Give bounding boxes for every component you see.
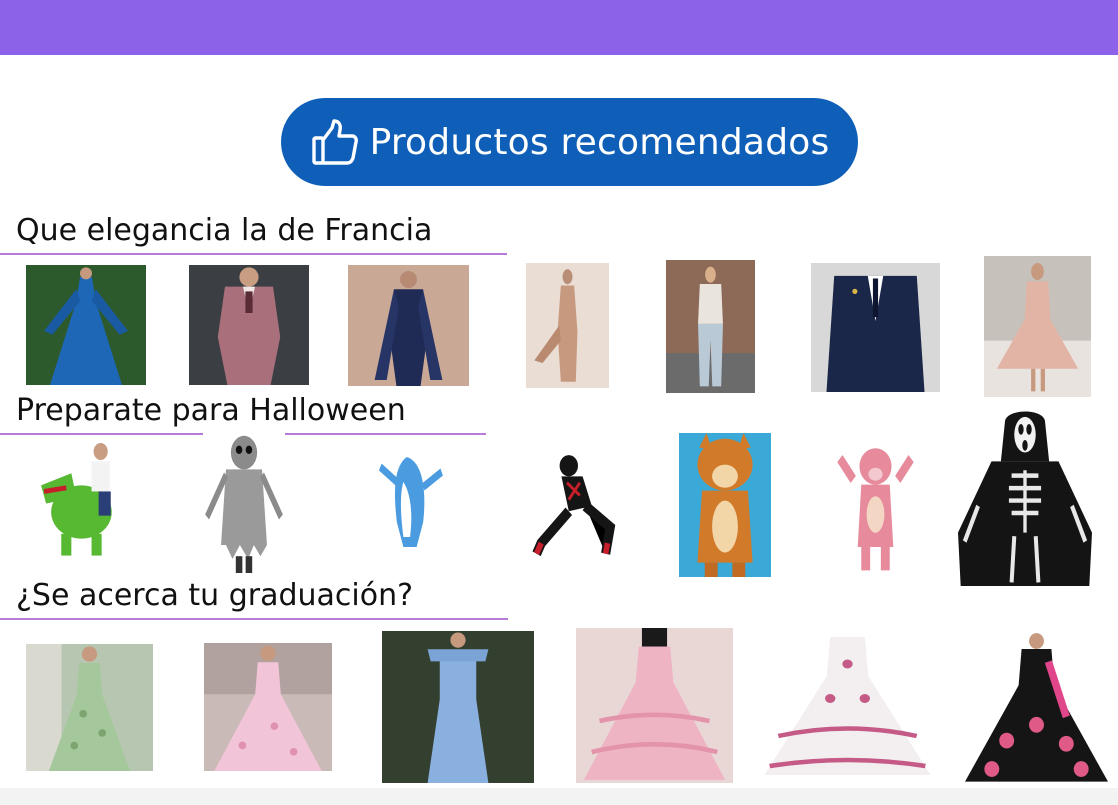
product-skeleton-costume[interactable]: [958, 408, 1092, 586]
product-pink-short-dress[interactable]: [984, 256, 1091, 397]
top-header-bar: [0, 0, 1118, 55]
product-light-blue-gown[interactable]: [382, 631, 534, 783]
product-jeans-outfit[interactable]: [666, 260, 755, 393]
recommended-products-button[interactable]: Productos recomendados: [281, 98, 858, 186]
product-pink-ball-gown[interactable]: [204, 643, 332, 771]
product-ghoul-costume[interactable]: [203, 433, 285, 573]
section-title-graduacion: ¿Se acerca tu graduación?: [16, 578, 414, 613]
product-blue-pleated-gown[interactable]: [26, 265, 146, 385]
section-divider: [0, 253, 507, 255]
section-title-halloween: Preparate para Halloween: [16, 393, 406, 428]
product-green-floral-gown[interactable]: [26, 644, 153, 771]
product-navy-jumpsuit[interactable]: [348, 265, 469, 386]
product-pink-quinceanera[interactable]: [576, 628, 733, 783]
product-white-embroidered-quince[interactable]: [761, 631, 934, 781]
thumbs-up-icon: [310, 117, 360, 167]
recommended-products-label: Productos recomendados: [369, 121, 830, 163]
product-mauve-suit[interactable]: [189, 265, 309, 385]
product-fox-mascot[interactable]: [679, 433, 771, 577]
product-dinosaur-costume[interactable]: [36, 437, 137, 558]
product-navy-suit[interactable]: [811, 263, 940, 392]
product-spider-costume[interactable]: [532, 453, 624, 559]
footer-bar: [0, 788, 1118, 805]
product-nude-gown[interactable]: [526, 263, 609, 388]
product-pink-panther-mascot[interactable]: [831, 443, 920, 573]
product-shark-costume[interactable]: [377, 452, 443, 552]
product-black-floral-quince[interactable]: [962, 630, 1111, 788]
section-title-francia: Que elegancia la de Francia: [16, 213, 433, 248]
section-divider: [0, 618, 508, 620]
